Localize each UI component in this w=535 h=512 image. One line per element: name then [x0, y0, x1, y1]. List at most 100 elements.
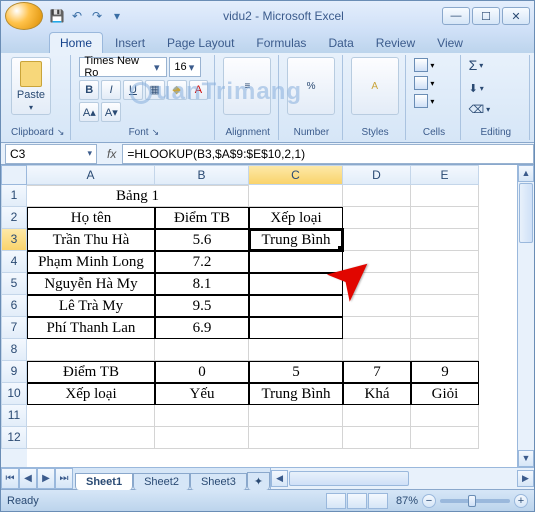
cell[interactable]: 6.9: [155, 317, 249, 339]
cell[interactable]: [249, 273, 343, 295]
save-icon[interactable]: 💾: [49, 8, 65, 24]
cell[interactable]: [411, 273, 479, 295]
cell[interactable]: [155, 405, 249, 427]
fill-color-button[interactable]: ◆: [167, 80, 187, 100]
row-header[interactable]: 8: [1, 339, 27, 361]
format-cells-button[interactable]: ▾: [414, 93, 450, 109]
vertical-scrollbar[interactable]: ▲ ▼: [517, 165, 534, 467]
underline-button[interactable]: U: [123, 80, 143, 100]
cell[interactable]: 7.2: [155, 251, 249, 273]
tab-insert[interactable]: Insert: [105, 33, 155, 53]
cell[interactable]: [249, 185, 343, 207]
row-header[interactable]: 2: [1, 207, 27, 229]
grow-font-button[interactable]: A▴: [79, 102, 99, 122]
zoom-slider-thumb[interactable]: [468, 495, 476, 507]
autosum-button[interactable]: Σ▾: [469, 57, 523, 73]
cell[interactable]: [249, 251, 343, 273]
dialog-launcher-icon[interactable]: ↘: [152, 127, 160, 137]
fx-icon[interactable]: fx: [101, 147, 122, 161]
col-header[interactable]: A: [27, 165, 155, 185]
cell[interactable]: Yếu: [155, 383, 249, 405]
cell[interactable]: Giỏi: [411, 383, 479, 405]
cell[interactable]: [27, 427, 155, 449]
cell[interactable]: [249, 405, 343, 427]
row-header[interactable]: 10: [1, 383, 27, 405]
row-header[interactable]: 4: [1, 251, 27, 273]
paste-button[interactable]: Paste ▾: [11, 57, 51, 115]
cell[interactable]: [343, 427, 411, 449]
fill-button[interactable]: ⬇▾: [469, 82, 523, 95]
tab-formulas[interactable]: Formulas: [246, 33, 316, 53]
minimize-button[interactable]: —: [442, 7, 470, 25]
row-header[interactable]: 9: [1, 361, 27, 383]
tab-page-layout[interactable]: Page Layout: [157, 33, 244, 53]
bold-button[interactable]: B: [79, 80, 99, 100]
cell[interactable]: [411, 185, 479, 207]
styles-button[interactable]: A: [351, 57, 399, 115]
name-box[interactable]: C3▾: [5, 144, 97, 164]
zoom-out-button[interactable]: −: [422, 494, 436, 508]
cell[interactable]: [27, 405, 155, 427]
font-name-combo[interactable]: Times New Ro▾: [79, 57, 167, 77]
cell[interactable]: [343, 317, 411, 339]
page-break-view-button[interactable]: [368, 493, 388, 509]
cells-area[interactable]: Bảng 1 Họ tên Điểm TB Xếp loại Trần Thu …: [27, 185, 517, 467]
zoom-in-button[interactable]: +: [514, 494, 528, 508]
cell[interactable]: [343, 229, 411, 251]
cell[interactable]: Xếp loại: [249, 207, 343, 229]
last-sheet-button[interactable]: ⏭: [55, 468, 73, 489]
cell[interactable]: [411, 229, 479, 251]
cell[interactable]: [249, 317, 343, 339]
cell[interactable]: [155, 339, 249, 361]
cell[interactable]: [343, 207, 411, 229]
number-format-button[interactable]: %: [287, 57, 335, 115]
cell[interactable]: [343, 185, 411, 207]
scroll-thumb[interactable]: [519, 183, 533, 243]
scroll-thumb[interactable]: [289, 471, 409, 486]
cell[interactable]: Trần Thu Hà: [27, 229, 155, 251]
row-header[interactable]: 11: [1, 405, 27, 427]
cell[interactable]: Nguyễn Hà My: [27, 273, 155, 295]
cell[interactable]: Xếp loại: [27, 383, 155, 405]
qat-customize-icon[interactable]: ▾: [109, 8, 125, 24]
cell[interactable]: Họ tên: [27, 207, 155, 229]
cell[interactable]: 9: [411, 361, 479, 383]
maximize-button[interactable]: ☐: [472, 7, 500, 25]
cell[interactable]: [411, 251, 479, 273]
formula-bar[interactable]: =HLOOKUP(B3,$A$9:$E$10,2,1): [122, 144, 534, 164]
alignment-button[interactable]: ≡: [223, 57, 271, 115]
scroll-down-button[interactable]: ▼: [518, 450, 534, 467]
cell[interactable]: [411, 295, 479, 317]
border-button[interactable]: ▦: [145, 80, 165, 100]
first-sheet-button[interactable]: ⏮: [1, 468, 19, 489]
cell[interactable]: Phí Thanh Lan: [27, 317, 155, 339]
cell[interactable]: [343, 339, 411, 361]
cell[interactable]: [411, 317, 479, 339]
col-header[interactable]: B: [155, 165, 249, 185]
cell[interactable]: [411, 405, 479, 427]
cell[interactable]: 5.6: [155, 229, 249, 251]
cell[interactable]: [343, 405, 411, 427]
cell[interactable]: [411, 339, 479, 361]
cell[interactable]: Điểm TB: [155, 207, 249, 229]
zoom-level[interactable]: 87%: [396, 495, 418, 507]
close-button[interactable]: ✕: [502, 7, 530, 25]
tab-view[interactable]: View: [427, 33, 473, 53]
row-header[interactable]: 7: [1, 317, 27, 339]
cell[interactable]: [155, 427, 249, 449]
cell[interactable]: [249, 339, 343, 361]
prev-sheet-button[interactable]: ◀: [19, 468, 37, 489]
cell[interactable]: 5: [249, 361, 343, 383]
office-button[interactable]: [5, 2, 43, 30]
cell[interactable]: Khá: [343, 383, 411, 405]
italic-button[interactable]: I: [101, 80, 121, 100]
sheet-tab[interactable]: Sheet1: [75, 473, 133, 490]
cell[interactable]: 7: [343, 361, 411, 383]
scroll-up-button[interactable]: ▲: [518, 165, 534, 182]
horizontal-scrollbar[interactable]: ◀ ▶: [270, 468, 534, 489]
cell[interactable]: [249, 295, 343, 317]
dialog-launcher-icon[interactable]: ↘: [57, 127, 65, 137]
scroll-right-button[interactable]: ▶: [517, 470, 534, 487]
undo-icon[interactable]: ↶: [69, 8, 85, 24]
cell[interactable]: 8.1: [155, 273, 249, 295]
